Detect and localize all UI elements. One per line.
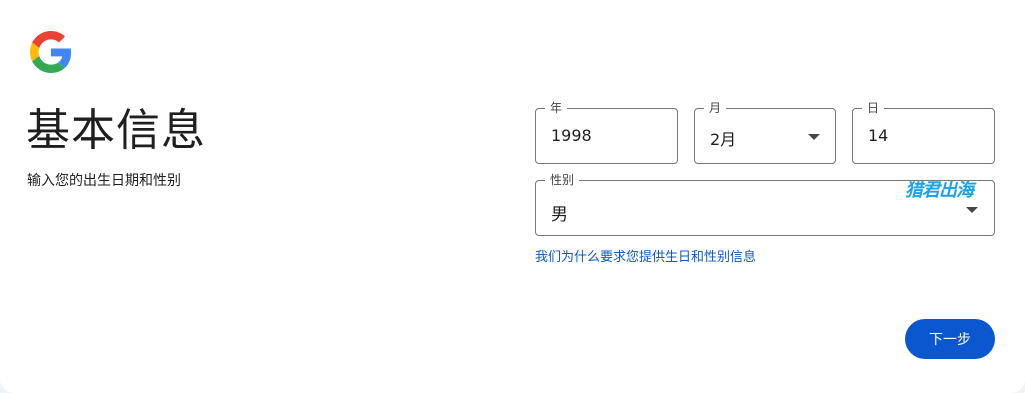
next-button[interactable]: 下一步 bbox=[905, 319, 995, 359]
google-g-logo-icon bbox=[30, 31, 72, 73]
gender-value[interactable]: 男 bbox=[551, 200, 568, 225]
signup-card: 基本信息 输入您的出生日期和性别 年 1998 月 2月 日 14 性别 男 猎… bbox=[0, 0, 1025, 393]
month-value[interactable]: 2月 bbox=[710, 126, 736, 150]
birthday-gender-info-link[interactable]: 我们为什么要求您提供生日和性别信息 bbox=[535, 246, 756, 265]
month-select[interactable]: 月 2月 bbox=[694, 100, 836, 164]
chevron-down-icon[interactable] bbox=[966, 207, 978, 213]
chevron-down-icon[interactable] bbox=[808, 134, 820, 140]
month-label: 月 bbox=[704, 100, 727, 116]
page-subtitle: 输入您的出生日期和性别 bbox=[27, 173, 181, 189]
day-field[interactable]: 日 14 bbox=[852, 100, 995, 164]
page-title: 基本信息 bbox=[26, 105, 206, 156]
gender-label: 性别 bbox=[545, 172, 580, 188]
day-label: 日 bbox=[862, 100, 885, 116]
watermark-logo: 猎君出海 bbox=[905, 180, 974, 201]
year-field[interactable]: 年 1998 bbox=[535, 100, 678, 164]
year-label: 年 bbox=[545, 100, 568, 116]
day-value[interactable]: 14 bbox=[868, 126, 888, 145]
year-value[interactable]: 1998 bbox=[551, 126, 592, 145]
